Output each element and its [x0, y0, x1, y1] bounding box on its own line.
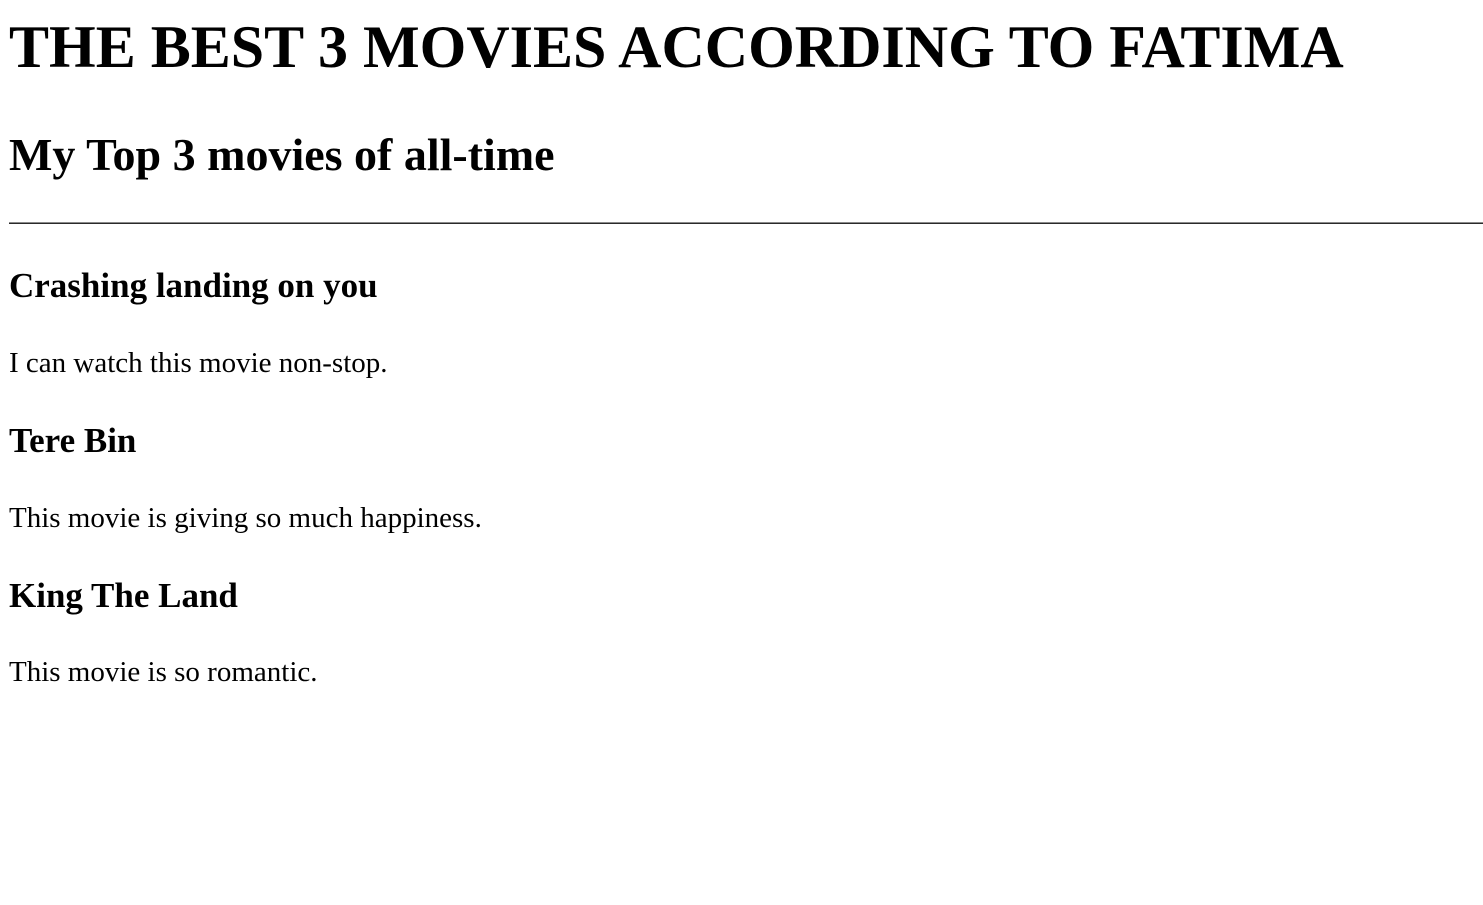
- page: THE BEST 3 MOVIES ACCORDING TO FATIMA My…: [0, 0, 1483, 905]
- movie-description-1: I can watch this movie non-stop.: [9, 347, 388, 379]
- movie-title-2: Tere Bin: [9, 421, 137, 460]
- horizontal-divider: [9, 222, 1483, 224]
- page-title: THE BEST 3 MOVIES ACCORDING TO FATIMA: [9, 14, 1344, 80]
- movie-description-2: This movie is giving so much happiness.: [9, 502, 482, 534]
- movie-title-3: King The Land: [9, 576, 238, 615]
- movie-description-3: This movie is so romantic.: [9, 656, 318, 688]
- page-subtitle: My Top 3 movies of all-time: [9, 129, 555, 180]
- movie-title-1: Crashing landing on you: [9, 266, 378, 305]
